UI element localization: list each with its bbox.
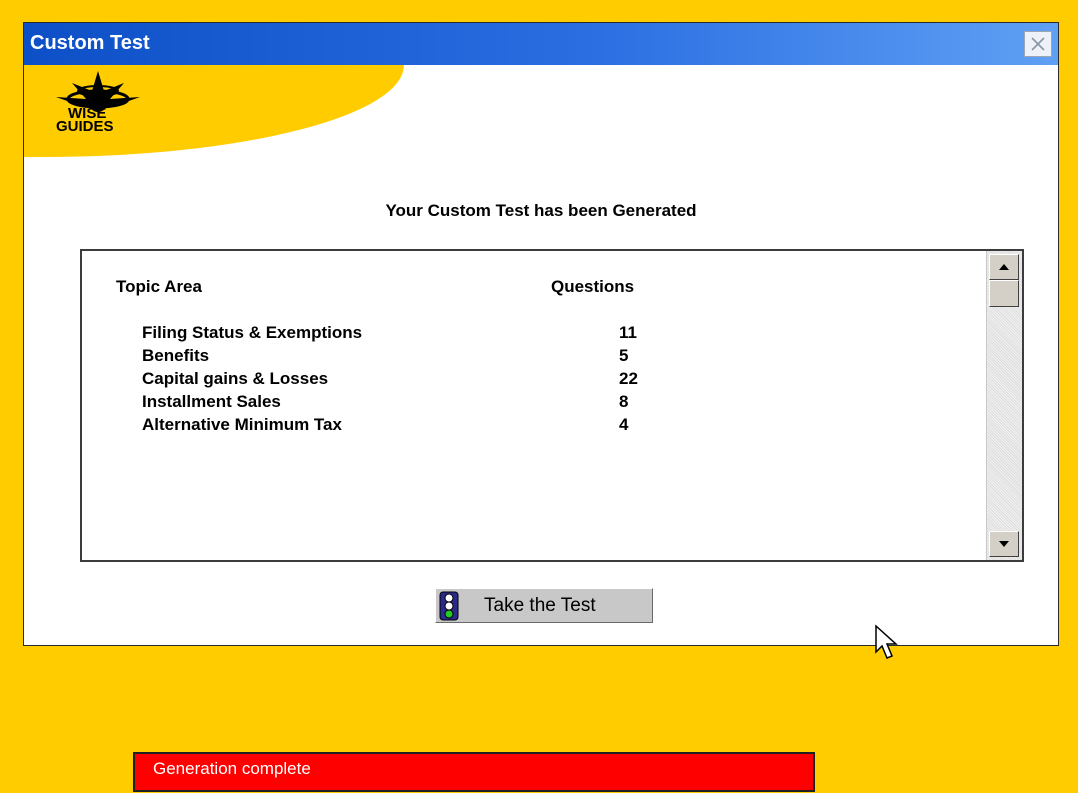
topic-name: Alternative Minimum Tax — [142, 415, 342, 434]
topic-name: Capital gains & Losses — [142, 369, 329, 388]
close-button[interactable] — [1024, 31, 1052, 57]
logo-wordmark: WISE GUIDES — [56, 106, 156, 135]
question-count: 5 — [619, 346, 629, 365]
list-item: Benefits 5 — [142, 346, 782, 369]
window-title: Custom Test — [30, 32, 150, 54]
scroll-up-button[interactable] — [989, 254, 1019, 280]
topic-rows: Filing Status & Exemptions 11 Benefits 5… — [142, 323, 782, 438]
take-the-test-button[interactable]: Take the Test — [435, 588, 653, 623]
vertical-scrollbar[interactable] — [986, 251, 1022, 560]
question-count: 11 — [619, 323, 637, 342]
page-heading: Your Custom Test has been Generated — [385, 201, 697, 220]
list-item: Alternative Minimum Tax 4 — [142, 415, 782, 438]
traffic-light-icon — [439, 591, 459, 621]
question-count: 22 — [619, 369, 638, 388]
title-bar[interactable]: Custom Test — [24, 23, 1058, 65]
list-item: Installment Sales 8 — [142, 392, 782, 415]
topic-name: Installment Sales — [142, 392, 281, 411]
arrow-up-icon — [999, 264, 1009, 270]
column-header-questions: Questions — [551, 277, 635, 296]
status-text: Generation complete — [153, 759, 311, 778]
arrow-down-icon — [999, 541, 1009, 547]
column-header-topic: Topic Area — [116, 277, 202, 296]
topic-name: Benefits — [142, 346, 210, 365]
mouse-pointer-icon — [875, 624, 898, 659]
topic-listbox[interactable]: Topic Area Questions Filing Status & Exe… — [80, 249, 1024, 562]
close-icon — [1031, 37, 1045, 51]
topic-name: Filing Status & Exemptions — [142, 323, 363, 342]
logo-line2: GUIDES — [56, 118, 114, 135]
question-count: 4 — [619, 415, 629, 434]
custom-test-window: Custom Test WISE GUIDES Your Custom Test… — [23, 22, 1059, 646]
take-the-test-label: Take the Test — [484, 595, 596, 616]
question-count: 8 — [619, 392, 629, 411]
scroll-down-button[interactable] — [989, 531, 1019, 557]
list-item: Filing Status & Exemptions 11 — [142, 323, 782, 346]
scroll-thumb[interactable] — [989, 280, 1019, 307]
status-bar: Generation complete — [133, 752, 815, 792]
list-item: Capital gains & Losses 22 — [142, 369, 782, 392]
